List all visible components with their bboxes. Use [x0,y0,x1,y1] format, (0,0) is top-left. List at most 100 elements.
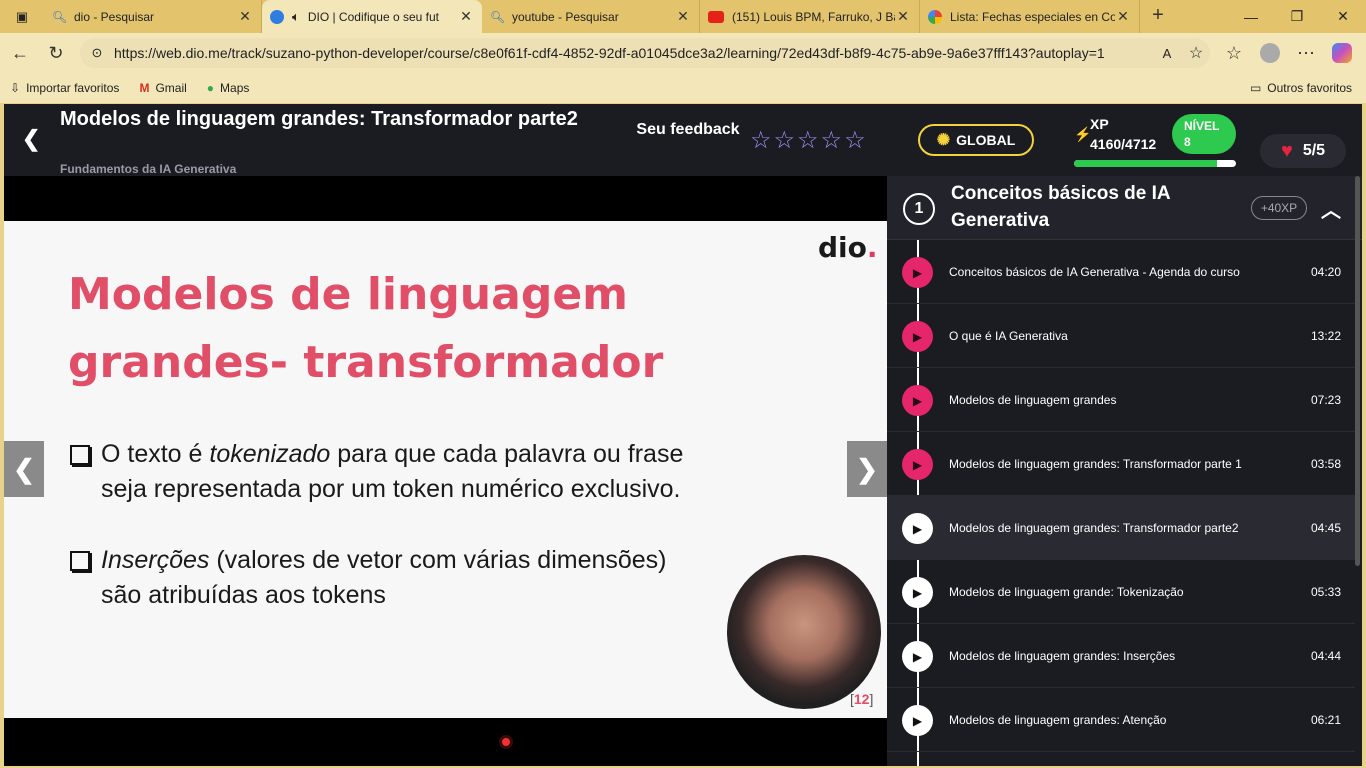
address-row: ← ↻ ⊙ https://web.dio.me/track/suzano-py… [0,33,1366,73]
import-icon: ⇩ [10,81,21,95]
next-lesson-button[interactable]: ❯ [847,441,887,497]
maximize-button[interactable]: ❐ [1274,0,1320,33]
close-icon[interactable]: ✕ [458,8,474,25]
more-options-icon[interactable]: ⋯ [1288,37,1324,69]
tab-title: Lista: Fechas especiales en Co [950,9,1115,24]
tab-actions-icon[interactable]: ▣ [0,0,44,33]
bookmark-import[interactable]: ⇩ Importar favoritos [0,81,129,95]
global-button[interactable]: ✺ GLOBAL [918,124,1034,156]
lesson-duration: 03:58 [1310,457,1341,471]
lesson-item[interactable]: ▶ Conceitos básicos de IA Generativa - Ag… [887,240,1355,304]
video-player[interactable]: dio. Modelos de linguagem grandes- trans… [4,221,887,746]
play-icon[interactable]: ▶ [902,385,933,416]
bookmark-gmail[interactable]: M Gmail [129,81,196,95]
xp-value: 4160/4712 [1090,136,1157,152]
gmail-icon: M [139,81,150,95]
lesson-item[interactable]: ▶ Modelos de linguagem grandes: Transform… [887,432,1355,496]
read-aloud-icon[interactable]: A [1152,46,1182,61]
bookmark-label: Gmail [155,81,187,95]
lightning-icon: ⚡ [1074,126,1092,142]
star-icon[interactable]: ☆ [797,126,819,155]
tab-google-list[interactable]: Lista: Fechas especiales en Co ✕ [920,0,1140,33]
lesson-duration: 05:33 [1310,585,1341,599]
close-icon[interactable]: ✕ [237,8,253,25]
bullet-text: O texto é [101,440,210,468]
lesson-duration: 04:45 [1310,521,1341,535]
tab-dio-course[interactable]: 🔈︎ DIO | Codifique o seu fut ✕ [262,0,482,33]
checkbox-icon [70,445,90,465]
chevron-up-icon[interactable]: ︿ [1321,194,1341,223]
close-window-button[interactable]: ✕ [1320,0,1366,33]
lesson-item[interactable]: ▶ O que é IA Generativa 13:22 [887,304,1355,368]
close-icon[interactable]: ✕ [1115,8,1131,25]
lesson-item[interactable]: ▶ Modelos de linguagem grande: Tokenizaçã… [887,560,1355,624]
favorite-star-icon[interactable]: ☆ [1182,43,1210,63]
speaker-icon[interactable]: 🔈︎ [284,9,300,25]
folder-icon: ▭ [1249,81,1262,95]
play-icon[interactable]: ▶ [902,449,933,480]
lesson-name: Modelos de linguagem grandes: Atenção [949,713,1167,727]
play-icon[interactable]: ▶ [902,577,933,608]
back-button[interactable]: ← [2,37,38,69]
profile-avatar-icon[interactable] [1252,37,1288,69]
address-bar[interactable]: ⊙ https://web.dio.me/track/suzano-python… [80,38,1210,68]
lesson-name: Modelos de linguagem grande: Tokenização [949,585,1184,599]
other-favorites[interactable]: ▭ Outros favoritos [1240,81,1362,95]
previous-lesson-button[interactable]: ❮ [4,441,44,497]
reload-button[interactable]: ↻ [38,37,74,69]
lesson-item[interactable]: ▶ Modelos de linguagem grandes: Transform… [887,496,1355,560]
xp-progress-bar [1074,160,1236,167]
new-tab-button[interactable]: + [1140,0,1176,33]
scrollbar[interactable] [1355,176,1360,566]
bullet-emphasis: Inserções [101,546,210,574]
course-header: ❮ Modelos de linguagem grandes: Transfor… [4,104,1362,176]
chevron-left-icon: ❮ [13,453,35,484]
play-icon[interactable]: ▶ [902,257,933,288]
favorites-icon[interactable]: ☆ [1216,37,1252,69]
star-icon[interactable]: ☆ [821,126,843,155]
play-icon[interactable]: ▶ [902,513,933,544]
lesson-title: Modelos de linguagem grandes: Transforma… [60,108,578,130]
section-header[interactable]: 1 Conceitos básicos de IA Generativa +40… [887,176,1362,240]
logo-text: dio [818,231,867,264]
bookmark-label: Maps [220,81,250,95]
tab-title: DIO | Codifique o seu fut [307,9,439,24]
chevron-right-icon: ❯ [856,453,878,484]
lesson-item[interactable]: ▶ Modelos de linguagem grandes 07:23 [887,368,1355,432]
bookmarks-bar: ⇩ Importar favoritos M Gmail ● Maps ▭ Outros… [0,73,1366,103]
slide-bullet-2: Inserções (valores de vetor com várias d… [70,543,710,613]
copilot-icon[interactable] [1324,37,1360,69]
lives-value: 5/5 [1302,142,1326,159]
lesson-duration: 04:20 [1310,265,1341,279]
star-icon[interactable]: ☆ [844,126,866,155]
rating-stars: ☆ ☆ ☆ ☆ ☆ [750,126,866,155]
play-icon[interactable]: ▶ [902,641,933,672]
back-arrow-icon[interactable]: ❮ [22,126,40,152]
dio-icon [270,9,284,24]
presenter-webcam [727,555,881,709]
slide-title: Modelos de linguagem grandes- transforma… [68,269,664,388]
tab-youtube-video[interactable]: (151) Louis BPM, Farruko, J Ba ✕ [700,0,920,33]
play-icon[interactable]: ▶ [902,705,933,736]
lives-badge: ♥ 5/5 [1260,134,1346,168]
feedback-label: Seu feedback [636,121,740,138]
cursor-pointer-dot [502,738,510,746]
play-icon[interactable]: ▶ [902,321,933,352]
star-icon[interactable]: ☆ [774,126,796,155]
minimize-button[interactable]: — [1228,0,1274,33]
dio-app: ❮ Modelos de linguagem grandes: Transfor… [4,104,1362,766]
bookmark-maps[interactable]: ● Maps [197,81,260,95]
star-icon[interactable]: ☆ [750,126,772,155]
tab-dio-search[interactable]: 🔍︎ dio - Pesquisar ✕ [44,0,262,33]
close-icon[interactable]: ✕ [675,8,691,25]
tab-youtube-search[interactable]: 🔍︎ youtube - Pesquisar ✕ [482,0,700,33]
lesson-duration: 04:44 [1310,649,1341,663]
xp-progress-fill [1074,160,1218,167]
site-info-icon[interactable]: ⊙ [80,45,114,61]
bullet-emphasis: tokenizado [209,440,331,468]
close-icon[interactable]: ✕ [895,8,911,25]
lesson-item[interactable]: ▶ Modelos de linguagem grandes: Inserções… [887,624,1355,688]
maps-pin-icon: ● [206,81,215,95]
section-xp-badge: +40XP [1251,196,1307,220]
lesson-item[interactable]: ▶ Modelos de linguagem grandes: Atenção 06… [887,688,1355,752]
